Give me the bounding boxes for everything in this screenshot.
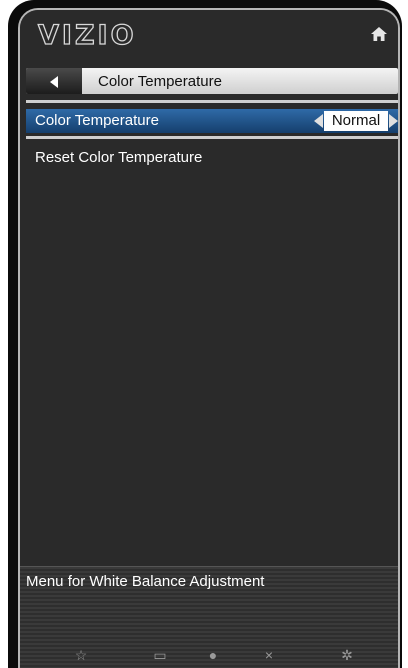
close-icon[interactable]: × (260, 648, 278, 662)
menu-item-color-temperature[interactable]: Color Temperature Normal (26, 109, 398, 133)
title-bar: Color Temperature (26, 68, 398, 94)
settings-icon[interactable]: ✲ (338, 648, 356, 662)
vizio-logo: VIZIO (37, 19, 137, 51)
divider (26, 100, 398, 103)
star-icon[interactable]: ☆ (72, 648, 90, 662)
screen-icon[interactable]: ▭ (151, 648, 169, 662)
menu-item-label: Reset Color Temperature (35, 149, 203, 166)
menu-item-reset-color-temperature[interactable]: Reset Color Temperature (26, 146, 398, 168)
menu-item-label: Color Temperature (35, 112, 159, 129)
tv-bezel: VIZIO Color Temperature Color Temperatur… (8, 0, 402, 668)
page-title: Color Temperature (98, 73, 222, 90)
bottom-toolbar: ☆ ▭ ● × ✲ (8, 648, 402, 668)
home-icon[interactable] (370, 26, 388, 42)
back-arrow-icon (50, 76, 58, 88)
color-temperature-selector[interactable]: Normal (314, 111, 398, 131)
menu-frame: VIZIO Color Temperature Color Temperatur… (18, 8, 400, 668)
back-button[interactable] (26, 68, 82, 94)
right-arrow-icon[interactable] (389, 114, 398, 128)
left-arrow-icon[interactable] (314, 114, 323, 128)
vizio-v-icon[interactable]: ● (204, 648, 222, 662)
color-temperature-value: Normal (324, 111, 388, 131)
header: VIZIO (20, 10, 398, 62)
divider (26, 136, 398, 139)
help-text: Menu for White Balance Adjustment (26, 573, 265, 590)
